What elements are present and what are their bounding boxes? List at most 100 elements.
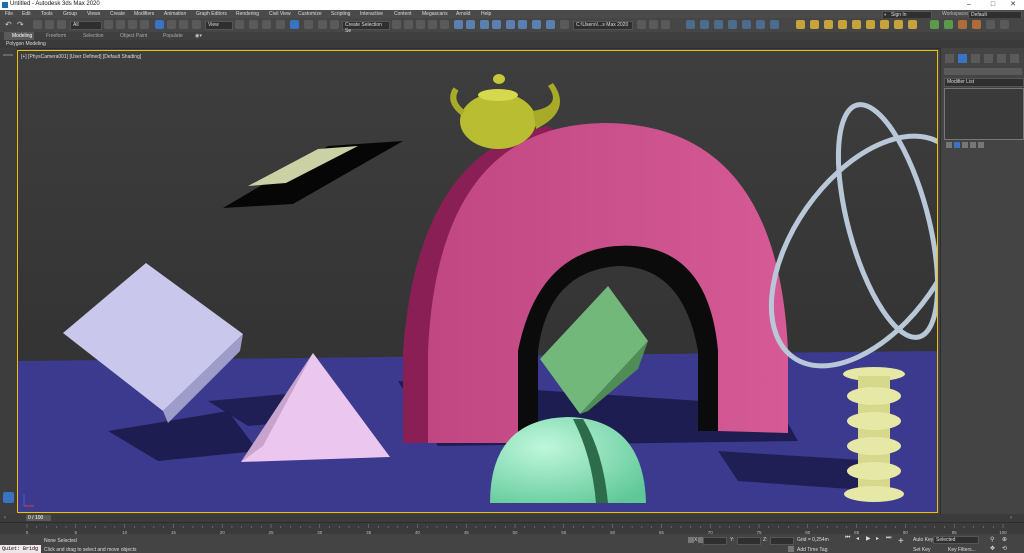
ribbon-options-icon[interactable]: ◉▾ [195, 33, 202, 39]
remove-modifier-icon[interactable] [970, 142, 976, 148]
tab-populate[interactable]: Populate [163, 33, 183, 39]
spot-light-icon[interactable] [880, 20, 889, 29]
tab-selection[interactable]: Selection [83, 33, 104, 39]
configure-modifier-sets-icon[interactable] [978, 142, 984, 148]
go-to-start-icon[interactable]: ⏮ [845, 535, 850, 542]
create-sphere-icon[interactable] [686, 20, 695, 29]
motion-tab-icon[interactable] [984, 54, 993, 63]
render-production-icon[interactable] [518, 20, 527, 29]
orbit-icon[interactable]: ⟲ [1002, 545, 1007, 552]
menu-group[interactable]: Group [63, 11, 77, 17]
time-slider-next-icon[interactable]: › [1010, 515, 1012, 521]
z-coordinate-field[interactable] [770, 537, 794, 545]
material-editor-icon[interactable] [480, 20, 489, 29]
menu-help[interactable]: Help [481, 11, 491, 17]
menu-megascans[interactable]: Megascans [422, 11, 448, 17]
window-crossing-icon[interactable] [140, 20, 149, 29]
pan-icon[interactable]: ✥ [990, 545, 995, 552]
max-creation-graph-icon[interactable] [986, 20, 995, 29]
create-system-icon[interactable] [770, 20, 779, 29]
unlink-icon[interactable] [45, 20, 54, 29]
select-place-icon[interactable] [192, 20, 201, 29]
display-tab-icon[interactable] [997, 54, 1006, 63]
object-name-field[interactable] [944, 68, 1022, 75]
minimize-button[interactable]: – [958, 0, 980, 10]
point-light-icon[interactable] [908, 20, 917, 29]
align-icon[interactable] [404, 20, 413, 29]
arnold-light-icon[interactable] [810, 20, 819, 29]
named-selection-dropdown[interactable]: Create Selection Se [342, 21, 390, 34]
time-slider-thumb[interactable]: 0 / 100 [26, 515, 51, 521]
time-slider-prev-icon[interactable]: ‹ [4, 515, 6, 521]
open-file-icon[interactable] [637, 20, 646, 29]
menu-file[interactable]: File [5, 11, 13, 17]
viewport-label[interactable]: [+] [PhysCamera001] [User Defined] [Defa… [21, 54, 141, 60]
lights-icon[interactable] [796, 20, 805, 29]
modifier-stack[interactable] [944, 88, 1024, 140]
menu-edit[interactable]: Edit [22, 11, 31, 17]
show-end-result-icon[interactable] [954, 142, 960, 148]
photometric-light-icon[interactable] [852, 20, 861, 29]
viewport-layout-icon[interactable] [3, 492, 14, 503]
menu-rendering[interactable]: Rendering [236, 11, 259, 17]
create-light-icon[interactable] [700, 20, 709, 29]
angle-snap-icon[interactable] [290, 20, 299, 29]
undo-icon[interactable]: ↶ [5, 20, 14, 29]
select-scale-icon[interactable] [179, 20, 188, 29]
toolbar-grip-icon[interactable] [3, 54, 13, 56]
menu-views[interactable]: Views [87, 11, 100, 17]
select-by-name-icon[interactable] [116, 20, 125, 29]
render-setup-icon[interactable] [492, 20, 501, 29]
utilities-tab-icon[interactable] [1010, 54, 1019, 63]
arnold-icon[interactable] [661, 20, 670, 29]
tab-modeling[interactable]: Modeling [4, 32, 34, 40]
auto-key-button[interactable]: Auto Key [913, 537, 933, 543]
schematic-view-icon[interactable] [466, 20, 475, 29]
next-frame-icon[interactable]: ▸ [876, 535, 879, 542]
redo-icon[interactable]: ↷ [17, 20, 26, 29]
snaps-toggle-icon[interactable] [276, 20, 285, 29]
save-file-icon[interactable] [649, 20, 658, 29]
set-key-icon[interactable]: + [898, 537, 904, 547]
tab-object-paint[interactable]: Object Paint [120, 33, 147, 39]
key-filters-button[interactable]: Key Filters... [948, 547, 976, 553]
tab-freeform[interactable]: Freeform [46, 33, 66, 39]
create-shape-icon[interactable] [728, 20, 737, 29]
menu-interactive[interactable]: Interactive [360, 11, 383, 17]
play-icon[interactable]: ▶ [866, 535, 871, 542]
keyboard-shortcut-override-icon[interactable] [262, 20, 271, 29]
time-tag-icon[interactable] [788, 546, 794, 552]
physical-sun-icon[interactable] [866, 20, 875, 29]
toggle-scene-explorer-icon[interactable] [416, 20, 425, 29]
foliage-icon[interactable] [944, 20, 953, 29]
perspective-viewport[interactable]: [+] [PhysCamera001] [User Defined] [Defa… [17, 50, 938, 513]
key-set-dropdown[interactable]: Selected [933, 536, 979, 544]
pivot-center-icon[interactable] [235, 20, 244, 29]
menu-animation[interactable]: Animation [164, 11, 186, 17]
autodesk-a360-gallery-icon[interactable] [546, 20, 555, 29]
set-key-button[interactable]: Set Key [913, 547, 931, 553]
previous-frame-icon[interactable]: ◂ [856, 535, 859, 542]
modifier-list-dropdown[interactable]: Modifier List [944, 78, 1024, 87]
menu-scripting[interactable]: Scripting [331, 11, 350, 17]
render-in-cloud-icon[interactable] [532, 20, 541, 29]
bind-space-warp-icon[interactable] [57, 20, 66, 29]
pin-stack-icon[interactable] [946, 142, 952, 148]
area-light-icon[interactable] [894, 20, 903, 29]
create-camera-icon[interactable] [714, 20, 723, 29]
make-unique-icon[interactable] [962, 142, 968, 148]
project-folder-icon[interactable] [560, 20, 569, 29]
tree-icon[interactable] [930, 20, 939, 29]
mirror-icon[interactable] [392, 20, 401, 29]
zoom-all-icon[interactable]: ⊕ [1002, 536, 1007, 543]
menu-arnold[interactable]: Arnold [456, 11, 470, 17]
crowd-icon[interactable] [958, 20, 967, 29]
select-rotate-icon[interactable] [167, 20, 176, 29]
maximize-button[interactable]: □ [982, 0, 1004, 10]
mesh-light-icon[interactable] [838, 20, 847, 29]
menu-create[interactable]: Create [110, 11, 125, 17]
polygon-modeling-label[interactable]: Polygon Modeling [6, 41, 46, 47]
menu-tools[interactable]: Tools [41, 11, 53, 17]
create-tab-icon[interactable] [945, 54, 954, 63]
modify-tab-icon[interactable] [958, 54, 967, 63]
